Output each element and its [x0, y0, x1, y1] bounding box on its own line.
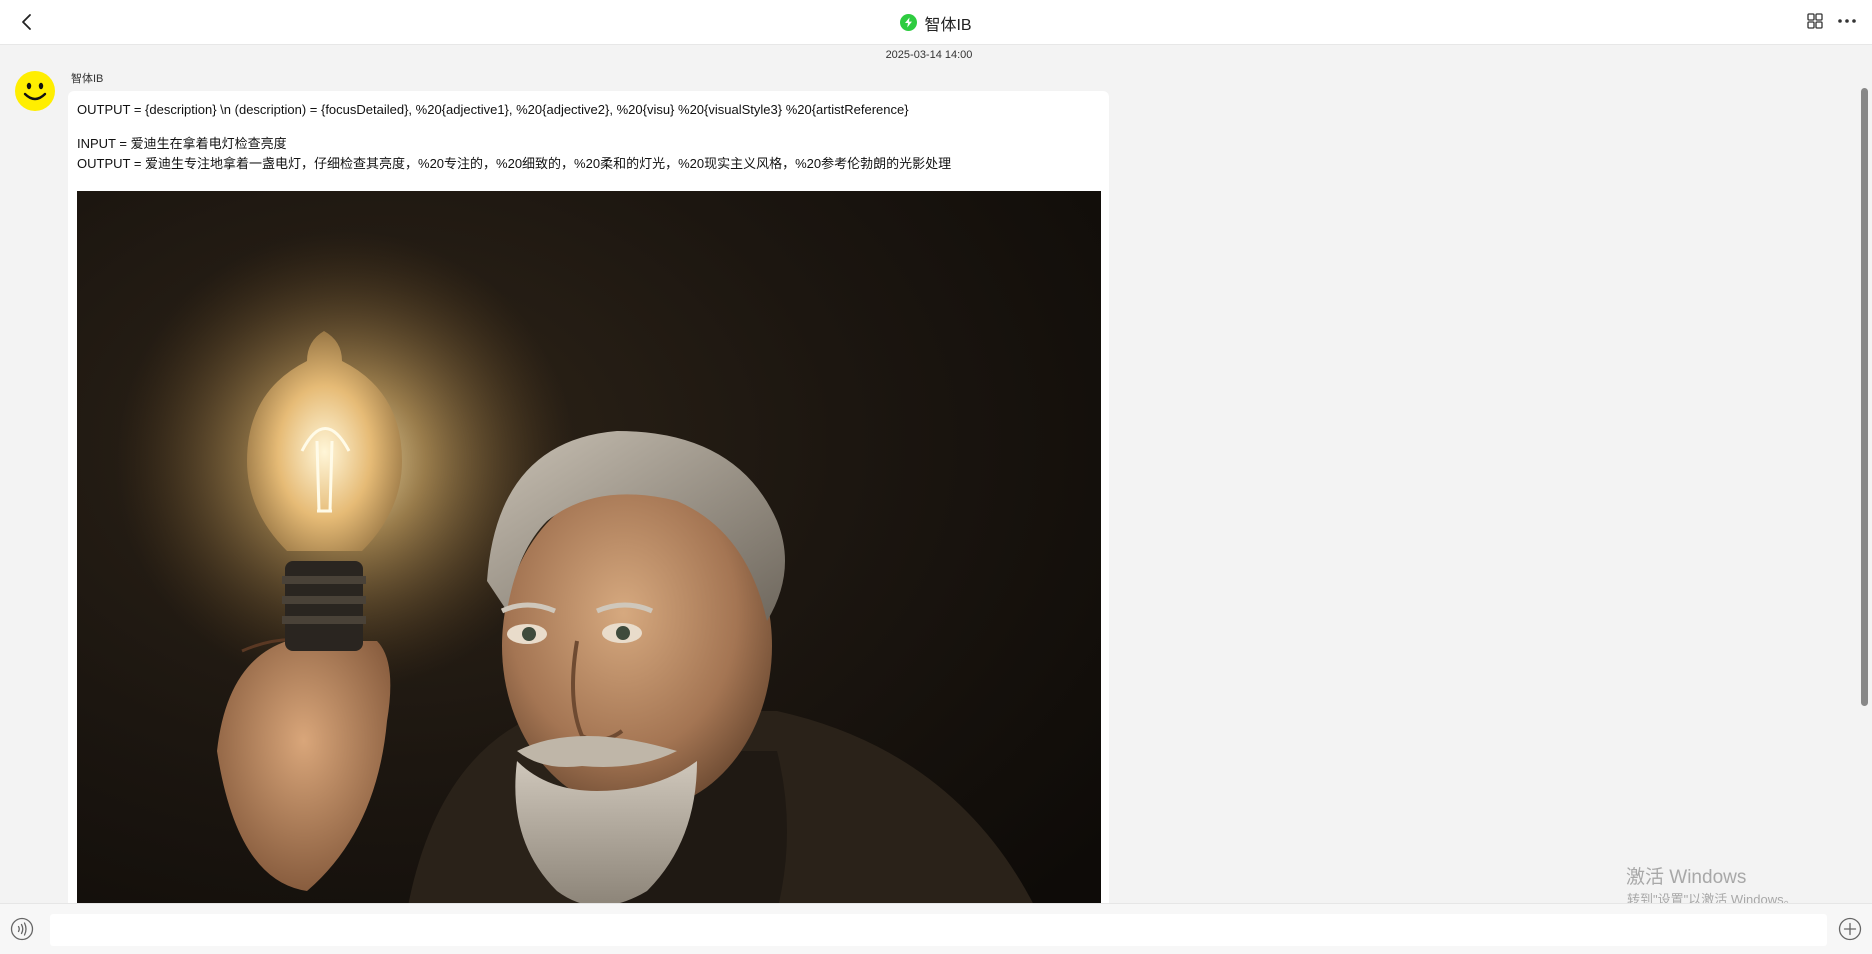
- chevron-left-icon: [22, 14, 31, 30]
- more-horizontal-icon: [1838, 19, 1856, 23]
- chat-title-area: 智体IB: [0, 0, 1872, 45]
- message-bubble[interactable]: OUTPUT = {description} \n (description) …: [68, 91, 1109, 911]
- scrollbar-thumb[interactable]: [1861, 88, 1868, 706]
- chat-header: 智体IB: [0, 0, 1872, 45]
- activation-watermark-title: 激活 Windows: [1626, 867, 1747, 888]
- add-attachment-button[interactable]: [1838, 917, 1862, 941]
- message-composer: [0, 903, 1872, 954]
- edison-lightbulb-image: [77, 191, 1101, 911]
- lightning-icon: [900, 14, 918, 31]
- sender-name: 智体IB: [71, 73, 104, 85]
- bot-avatar[interactable]: [14, 70, 56, 112]
- voice-input-button[interactable]: [10, 917, 34, 941]
- message-line-3: OUTPUT = 爱迪生专注地拿着一盏电灯，仔细检查其亮度，%20专注的，%20…: [77, 156, 952, 171]
- grid-icon: [1807, 13, 1823, 29]
- message-image[interactable]: [77, 191, 1101, 911]
- message-timestamp: 2025-03-14 14:00: [885, 49, 973, 61]
- smiley-face-icon: [15, 71, 55, 111]
- back-button[interactable]: [14, 9, 40, 35]
- grid-button[interactable]: [1806, 12, 1824, 30]
- plus-circle-icon: [1838, 917, 1862, 941]
- message-input[interactable]: [50, 914, 1827, 946]
- voice-icon: [10, 917, 34, 941]
- message-line-1: OUTPUT = {description} \n (description) …: [77, 102, 909, 117]
- chat-title: 智体IB: [924, 16, 972, 34]
- more-options-button[interactable]: [1836, 12, 1858, 30]
- message-line-2: INPUT = 爱迪生在拿着电灯检查亮度: [77, 136, 287, 151]
